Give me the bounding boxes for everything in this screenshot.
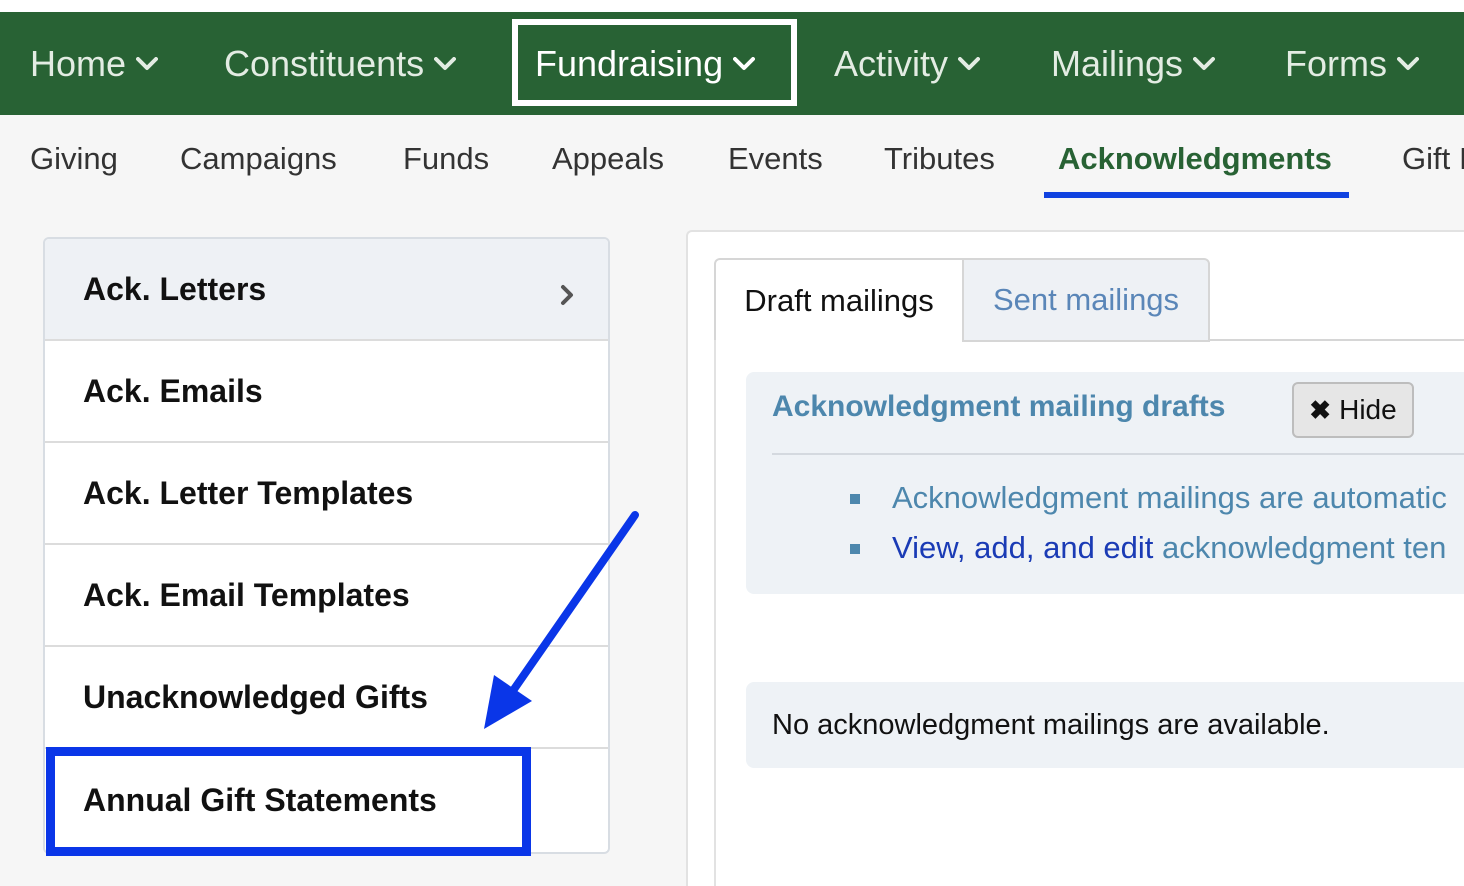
mailings-panel: Draft mailings Sent mailings Acknowledgm… [686, 230, 1464, 886]
drafts-info-bullet: Acknowledgment mailings are automatic [892, 480, 1447, 515]
tab-sent-mailings[interactable]: Sent mailings [962, 258, 1210, 342]
sub-tab-events[interactable]: Events [728, 141, 823, 177]
nav-constituents-label: Constituents [224, 42, 425, 84]
nav-constituents[interactable]: Constituents [224, 12, 457, 115]
nav-forms[interactable]: Forms [1285, 12, 1419, 115]
chevron-down-icon [958, 56, 981, 71]
sub-tab-giving[interactable]: Giving [30, 141, 118, 177]
bullet-icon [850, 494, 860, 504]
hide-button-label: Hide [1339, 394, 1397, 425]
menu-item-ack-emails[interactable]: Ack. Emails [45, 341, 608, 443]
nav-mailings-label: Mailings [1051, 42, 1184, 84]
top-strip [0, 0, 1464, 12]
bullet-rest-text: acknowledgment ten [1153, 530, 1447, 565]
menu-item-label: Ack. Letters [83, 270, 267, 307]
drafts-info-bullet: View, add, and edit acknowledgment ten [892, 530, 1446, 566]
chevron-down-icon [1397, 56, 1419, 71]
annotation-arrow-icon [470, 505, 650, 750]
active-nav-highlight [512, 19, 797, 106]
drafts-title: Acknowledgment mailing drafts [772, 390, 1226, 423]
sub-tab-gift[interactable]: Gift I [1402, 141, 1464, 177]
tab-content-border [714, 340, 716, 886]
menu-item-label: Ack. Letter Templates [83, 474, 414, 511]
chevron-down-icon [136, 56, 159, 71]
sub-tab-funds[interactable]: Funds [403, 141, 489, 177]
active-subtab-underline [1044, 192, 1349, 198]
hide-button[interactable]: ✖ Hide [1292, 382, 1414, 438]
nav-home-label: Home [30, 42, 127, 84]
drafts-info-box: Acknowledgment mailing drafts ✖ Hide Ack… [746, 372, 1464, 594]
drafts-separator [772, 453, 1464, 455]
tab-divider [1210, 339, 1464, 341]
empty-state-message: No acknowledgment mailings are available… [746, 682, 1464, 768]
nav-mailings[interactable]: Mailings [1051, 12, 1216, 115]
sub-tab-tributes[interactable]: Tributes [884, 141, 995, 177]
bullet-icon [850, 544, 860, 554]
menu-item-label: Ack. Emails [83, 372, 263, 409]
annotation-highlight-box [46, 747, 531, 856]
nav-activity-label: Activity [834, 42, 949, 84]
chevron-down-icon [1193, 56, 1216, 71]
chevron-down-icon [434, 56, 457, 71]
sub-tab-campaigns[interactable]: Campaigns [180, 141, 337, 177]
close-icon: ✖ [1309, 394, 1332, 425]
menu-item-ack-letters[interactable]: Ack. Letters [45, 239, 608, 341]
sub-tab-appeals[interactable]: Appeals [552, 141, 664, 177]
nav-activity[interactable]: Activity [834, 12, 981, 115]
tab-draft-mailings[interactable]: Draft mailings [714, 258, 964, 342]
nav-forms-label: Forms [1285, 42, 1387, 84]
chevron-right-icon [560, 277, 574, 314]
nav-home[interactable]: Home [30, 12, 159, 115]
menu-item-label: Unacknowledged Gifts [83, 678, 428, 715]
menu-item-label: Ack. Email Templates [83, 576, 410, 613]
sub-tab-acknowledgments[interactable]: Acknowledgments [1058, 141, 1332, 177]
view-templates-link[interactable]: View, add, and edit [892, 530, 1153, 565]
